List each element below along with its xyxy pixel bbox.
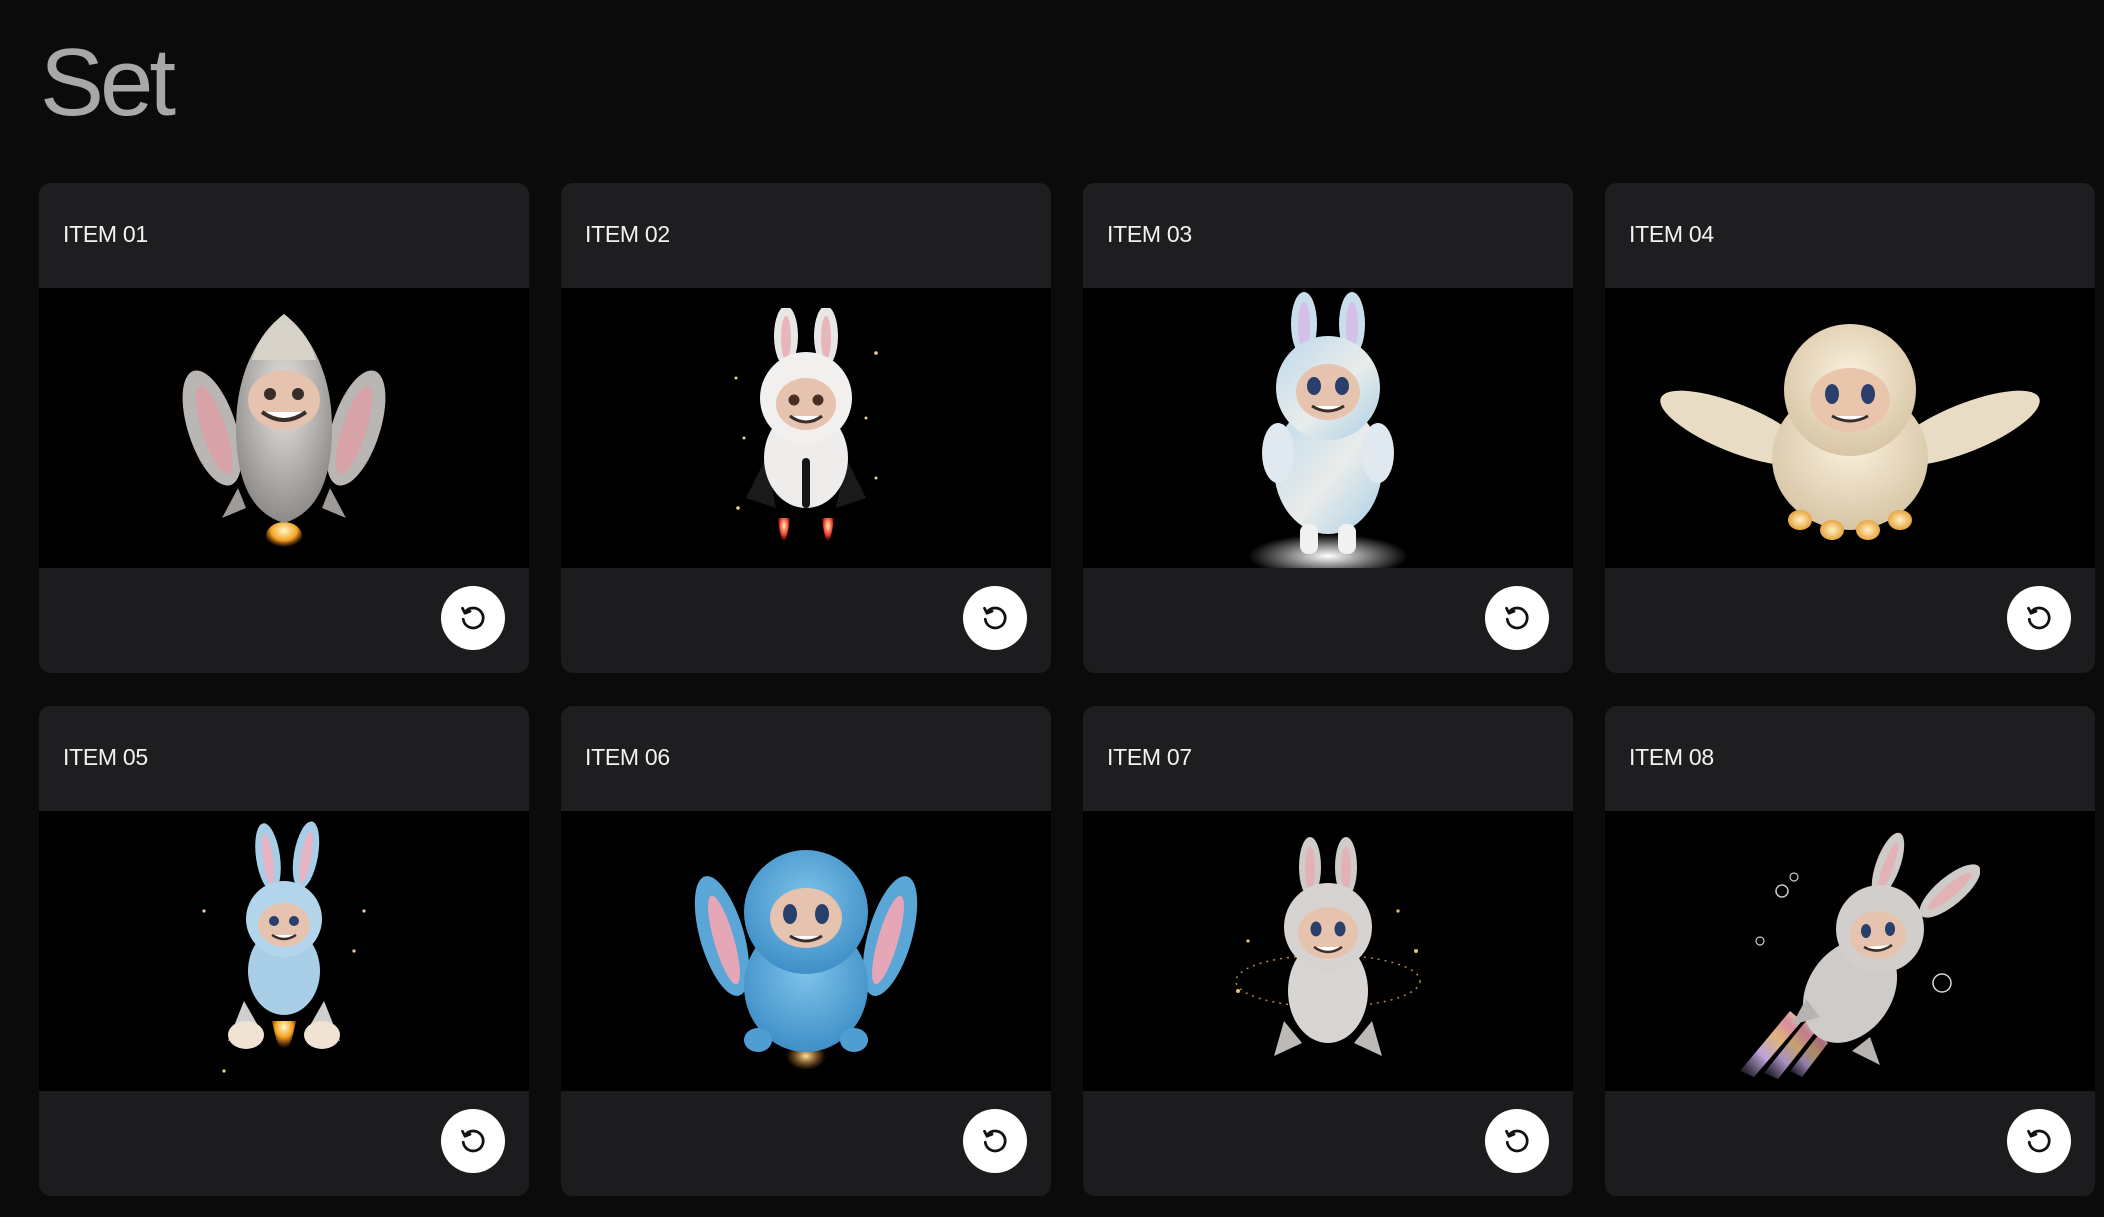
item-card: ITEM 01 [39,183,529,673]
grey-bunny-rocket-toy [174,308,394,548]
replay-icon [458,603,488,633]
item-label: ITEM 07 [1107,744,1192,770]
cream-floppy-ear-toy [1660,308,2040,548]
card-header: ITEM 08 [1605,706,2095,811]
replay-icon [1502,1126,1532,1156]
item-card: ITEM 04 [1605,183,2095,673]
item-preview [561,288,1051,568]
grey-bunny-rainbow-rocket-toy [1720,821,1980,1081]
replay-button[interactable] [441,586,505,650]
item-label: ITEM 03 [1107,221,1192,247]
replay-button[interactable] [963,1109,1027,1173]
item-card: ITEM 03 [1083,183,1573,673]
item-label: ITEM 02 [585,221,670,247]
item-preview [39,811,529,1091]
replay-button[interactable] [441,1109,505,1173]
item-preview [1083,288,1573,568]
item-card: ITEM 08 [1605,706,2095,1196]
item-label: ITEM 06 [585,744,670,770]
item-label: ITEM 08 [1629,744,1714,770]
light-blue-bunny-rocket-toy [184,821,384,1081]
item-preview [39,288,529,568]
replay-icon [2024,603,2054,633]
replay-button[interactable] [2007,586,2071,650]
card-header: ITEM 02 [561,183,1051,288]
replay-icon [2024,1126,2054,1156]
card-header: ITEM 03 [1083,183,1573,288]
white-bunny-black-rocket-toy [716,308,896,548]
card-footer [39,1091,529,1196]
item-card: ITEM 07 [1083,706,1573,1196]
card-header: ITEM 05 [39,706,529,811]
card-footer [1605,1091,2095,1196]
card-footer [1083,1091,1573,1196]
card-footer [39,568,529,673]
item-label: ITEM 04 [1629,221,1714,247]
replay-button[interactable] [1485,1109,1549,1173]
page: Set ITEM 01 ITEM 02 ITEM 03 ITEM 04 ITEM… [0,0,2104,1217]
item-label: ITEM 01 [63,221,148,247]
item-grid: ITEM 01 ITEM 02 ITEM 03 ITEM 04 ITEM 05 … [39,183,2095,1196]
card-footer [1083,568,1573,673]
item-preview [561,811,1051,1091]
card-header: ITEM 04 [1605,183,2095,288]
card-header: ITEM 07 [1083,706,1573,811]
replay-icon [980,603,1010,633]
replay-icon [980,1126,1010,1156]
replay-button[interactable] [963,586,1027,650]
item-card: ITEM 02 [561,183,1051,673]
card-header: ITEM 06 [561,706,1051,811]
blue-floppy-ear-toy [686,826,926,1076]
card-header: ITEM 01 [39,183,529,288]
item-preview [1083,811,1573,1091]
replay-button[interactable] [2007,1109,2071,1173]
grey-bunny-sparkle-toy [1218,831,1438,1071]
item-card: ITEM 05 [39,706,529,1196]
replay-button[interactable] [1485,586,1549,650]
pastel-blue-bunny-toy [1228,288,1428,568]
item-preview [1605,811,2095,1091]
item-card: ITEM 06 [561,706,1051,1196]
item-preview [1605,288,2095,568]
replay-icon [458,1126,488,1156]
page-title: Set [40,29,176,136]
replay-icon [1502,603,1532,633]
card-footer [561,568,1051,673]
card-footer [1605,568,2095,673]
card-footer [561,1091,1051,1196]
item-label: ITEM 05 [63,744,148,770]
